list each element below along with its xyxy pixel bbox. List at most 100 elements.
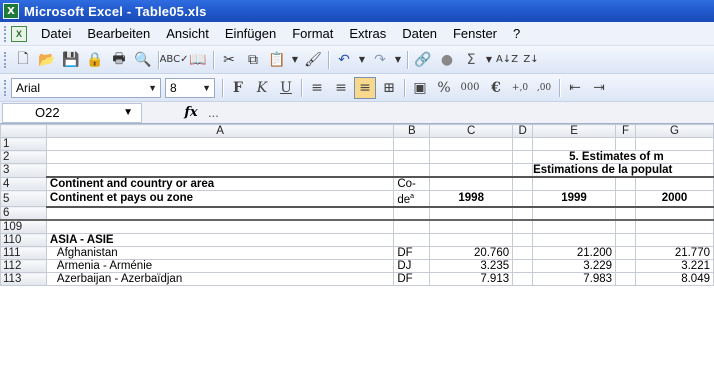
- menu-daten[interactable]: Daten: [394, 22, 445, 46]
- sort-descending-icon[interactable]: Z↓: [520, 49, 542, 71]
- cell[interactable]: [635, 233, 714, 248]
- column-header-a[interactable]: A: [45, 124, 395, 138]
- hyperlink-icon[interactable]: 🔗: [412, 49, 434, 71]
- format-painter-icon[interactable]: 🖌: [302, 49, 324, 71]
- country-cell[interactable]: Azerbaijan - Azerbaïdjan: [45, 272, 395, 287]
- row-header[interactable]: 113: [0, 272, 47, 287]
- insert-function-icon[interactable]: fx: [178, 105, 204, 120]
- cell[interactable]: [393, 137, 431, 151]
- cell[interactable]: [429, 150, 514, 164]
- code-cell[interactable]: DF: [393, 272, 431, 287]
- value-cell-1998[interactable]: 20.760: [429, 246, 514, 261]
- cell[interactable]: [615, 219, 636, 235]
- undo-icon[interactable]: ↶: [333, 49, 355, 71]
- value-cell-1999[interactable]: 21.200: [532, 246, 617, 261]
- cell[interactable]: [393, 163, 431, 178]
- cell[interactable]: [512, 137, 534, 151]
- cell[interactable]: [615, 272, 636, 287]
- research-icon[interactable]: 📖: [187, 49, 209, 71]
- increase-indent-icon[interactable]: ⇥: [588, 77, 610, 99]
- cell[interactable]: [635, 176, 714, 191]
- row-header[interactable]: 4: [0, 176, 47, 191]
- cell[interactable]: [615, 259, 636, 274]
- align-center-icon[interactable]: ≡: [330, 77, 352, 99]
- column-header-d[interactable]: D: [512, 124, 534, 138]
- year-header-1999[interactable]: 1999: [532, 189, 617, 208]
- cell[interactable]: [635, 137, 714, 151]
- table-title-english[interactable]: 5. Estimates of m: [532, 150, 714, 164]
- value-cell-1998[interactable]: 3.235: [429, 259, 514, 274]
- print-preview-icon[interactable]: 🔍: [132, 49, 154, 71]
- chevron-down-icon[interactable]: ▼: [290, 49, 300, 71]
- menu-bearbeiten[interactable]: Bearbeiten: [79, 22, 158, 46]
- header-cell-continent-en[interactable]: Continent and country or area: [45, 176, 395, 191]
- continent-cell[interactable]: ASIA - ASIE: [45, 233, 395, 248]
- menu-extras[interactable]: Extras: [341, 22, 394, 46]
- cell[interactable]: [512, 205, 534, 221]
- bold-button[interactable]: F: [227, 77, 249, 99]
- value-cell-1998[interactable]: 7.913: [429, 272, 514, 287]
- percent-button[interactable]: %: [433, 77, 455, 99]
- toolbar-grip-handle[interactable]: [4, 79, 7, 96]
- header-cell-continent-fr[interactable]: Continent et pays ou zone: [45, 189, 395, 208]
- header-cell-code-cont[interactable]: dea: [393, 189, 431, 208]
- thousands-separator-button[interactable]: 000: [457, 77, 483, 99]
- year-header-1998[interactable]: 1998: [429, 189, 514, 208]
- cell[interactable]: [532, 137, 617, 151]
- cell[interactable]: [512, 176, 534, 191]
- copy-icon[interactable]: ⧉: [242, 49, 264, 71]
- underline-button[interactable]: U: [275, 77, 297, 99]
- row-header[interactable]: 3: [0, 163, 47, 178]
- country-cell[interactable]: Afghanistan: [45, 246, 395, 261]
- cell[interactable]: [615, 205, 636, 221]
- value-cell-2000[interactable]: 8.049: [635, 272, 714, 287]
- permission-icon[interactable]: 🔒: [84, 49, 106, 71]
- chart-wizard-icon[interactable]: ●: [436, 49, 458, 71]
- font-size-select[interactable]: 8 ▼: [165, 77, 215, 98]
- cell[interactable]: [429, 219, 514, 235]
- cell[interactable]: [45, 205, 395, 221]
- row-header[interactable]: 6: [0, 206, 47, 221]
- menu-grip-handle[interactable]: [4, 25, 7, 42]
- cell[interactable]: [429, 233, 514, 248]
- cell[interactable]: [615, 246, 636, 261]
- value-cell-2000[interactable]: 3.221: [635, 259, 714, 274]
- chevron-down-icon[interactable]: ▼: [484, 49, 494, 71]
- menu-help[interactable]: ?: [505, 22, 528, 46]
- code-cell[interactable]: DF: [393, 246, 431, 261]
- chevron-down-icon[interactable]: ▼: [148, 83, 157, 93]
- align-left-icon[interactable]: ≡: [306, 77, 328, 99]
- column-header-e[interactable]: E: [532, 124, 617, 138]
- sort-ascending-icon[interactable]: A↓Z: [496, 49, 518, 71]
- decrease-decimal-icon[interactable]: ,00: [533, 77, 555, 99]
- save-icon[interactable]: 💾: [60, 49, 82, 71]
- decrease-indent-icon[interactable]: ⇤: [564, 77, 586, 99]
- cell[interactable]: [429, 176, 514, 191]
- cell[interactable]: [429, 163, 514, 178]
- new-document-icon[interactable]: 🗋: [12, 49, 34, 71]
- open-folder-icon[interactable]: 📂: [36, 49, 58, 71]
- cell[interactable]: [532, 233, 617, 248]
- select-all-corner[interactable]: [0, 124, 47, 138]
- row-header[interactable]: 5: [0, 189, 47, 208]
- cell[interactable]: [429, 137, 514, 151]
- cell[interactable]: [45, 137, 395, 151]
- value-cell-1999[interactable]: 7.983: [532, 272, 617, 287]
- cell[interactable]: [429, 205, 514, 221]
- cell[interactable]: [532, 176, 617, 191]
- cell[interactable]: [512, 272, 534, 287]
- column-header-g[interactable]: G: [635, 124, 714, 138]
- cell[interactable]: [615, 189, 636, 208]
- column-header-b[interactable]: B: [393, 124, 431, 138]
- currency-icon[interactable]: ▣: [409, 77, 431, 99]
- menu-format[interactable]: Format: [284, 22, 341, 46]
- workbook-icon[interactable]: X: [11, 25, 27, 42]
- cell[interactable]: [393, 205, 431, 221]
- row-header[interactable]: 109: [0, 219, 47, 235]
- font-name-select[interactable]: Arial ▼: [11, 77, 161, 98]
- euro-button[interactable]: €: [485, 77, 507, 99]
- cell[interactable]: [635, 219, 714, 235]
- cell[interactable]: [512, 189, 534, 208]
- increase-decimal-icon[interactable]: +,0: [509, 77, 531, 99]
- cell[interactable]: [45, 219, 395, 235]
